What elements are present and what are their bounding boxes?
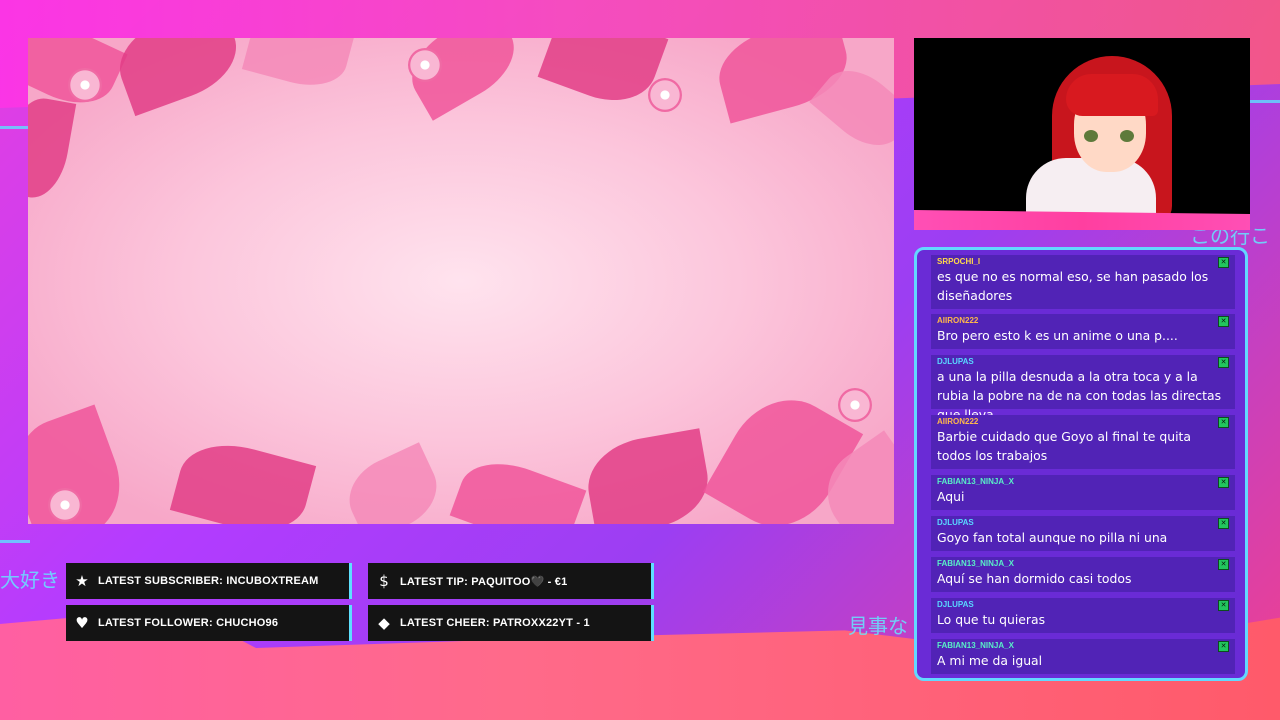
alert-label: LATEST FOLLOWER: CHUCHO96	[98, 617, 279, 629]
chat-username: FABIAN13_NINJA_X	[937, 477, 1014, 486]
glitch-line	[0, 540, 30, 543]
latest-tip-alert: $ LATEST TIP: PAQUITOO🖤 - €1	[368, 563, 654, 599]
latest-follower-alert: ♥ LATEST FOLLOWER: CHUCHO96	[66, 605, 352, 641]
star-icon: ★	[75, 572, 89, 590]
alert-label: LATEST TIP: PAQUITOO🖤 - €1	[400, 575, 568, 588]
decorative-leaf	[107, 38, 249, 117]
chat-username: DJLUPAS	[937, 518, 974, 527]
glitch-line	[1250, 100, 1280, 103]
chat-message: DJLUPAS a una la pilla desnuda a la otra…	[931, 355, 1235, 422]
moderator-badge-icon: ✕	[1218, 600, 1229, 611]
chat-username: AIIRON222	[937, 316, 979, 325]
chat-message: SRPOCHI_I es que no es normal eso, se ha…	[931, 255, 1235, 309]
webcam-feed	[914, 38, 1250, 218]
chat-message: FABIAN13_NINJA_X A mi me da igual ✕	[931, 639, 1235, 674]
avatar-eye	[1084, 130, 1098, 142]
decorative-leaf	[537, 38, 669, 115]
chat-message: AIIRON222 Bro pero esto k es un anime o …	[931, 314, 1235, 349]
moderator-badge-icon: ✕	[1218, 477, 1229, 488]
chat-message-text: Goyo fan total aunque no pilla ni una	[937, 530, 1168, 545]
chat-message-text: A mi me da igual	[937, 653, 1043, 668]
decorative-leaf	[169, 432, 317, 524]
moderator-badge-icon: ✕	[1218, 257, 1229, 268]
decorative-flower	[408, 48, 442, 82]
moderator-badge-icon: ✕	[1218, 357, 1229, 368]
decorative-flower	[648, 78, 682, 112]
moderator-badge-icon: ✕	[1218, 417, 1229, 428]
chat-username: DJLUPAS	[937, 600, 974, 609]
avatar-bangs	[1066, 74, 1158, 116]
decorative-flower	[838, 388, 872, 422]
chat-username: FABIAN13_NINJA_X	[937, 559, 1014, 568]
chat-message: FABIAN13_NINJA_X Aqui ✕	[931, 475, 1235, 510]
chat-message: DJLUPAS Lo que tu quieras ✕	[931, 598, 1235, 633]
avatar-eye	[1120, 130, 1134, 142]
japanese-deco-text: 大好き	[0, 568, 60, 592]
decorative-flower	[68, 68, 102, 102]
chat-panel[interactable]: SRPOCHI_I es que no es normal eso, se ha…	[914, 247, 1248, 681]
game-capture-area	[28, 38, 894, 524]
alert-label: LATEST SUBSCRIBER: INCUBOXTREAM	[98, 575, 319, 587]
decorative-leaf	[241, 38, 355, 95]
chat-message-text: Aqui	[937, 489, 965, 504]
chat-message-text: Lo que tu quieras	[937, 612, 1046, 627]
chat-message: FABIAN13_NINJA_X Aquí se han dormido cas…	[931, 557, 1235, 592]
decorative-leaf	[581, 428, 715, 524]
decorative-flower	[48, 488, 82, 522]
chat-username: FABIAN13_NINJA_X	[937, 641, 1014, 650]
chat-username: DJLUPAS	[937, 357, 974, 366]
moderator-badge-icon: ✕	[1218, 518, 1229, 529]
moderator-badge-icon: ✕	[1218, 641, 1229, 652]
decorative-leaf	[449, 449, 587, 524]
japanese-deco-text: 見事な	[848, 614, 908, 638]
chat-username: AIIRON222	[937, 417, 979, 426]
dollar-icon: $	[379, 572, 389, 590]
chat-message-text: Aquí se han dormido casi todos	[937, 571, 1132, 586]
chat-message-text: Barbie cuidado que Goyo al final te quit…	[937, 429, 1191, 463]
latest-subscriber-alert: ★ LATEST SUBSCRIBER: INCUBOXTREAM	[66, 563, 352, 599]
decorative-leaf	[28, 93, 77, 203]
moderator-badge-icon: ✕	[1218, 559, 1229, 570]
heart-icon: ♥	[75, 614, 89, 632]
chat-message-text: Bro pero esto k es un anime o una p....	[937, 328, 1178, 343]
latest-cheer-alert: ◆ LATEST CHEER: PATROXX22YT - 1	[368, 605, 654, 641]
chat-username: SRPOCHI_I	[937, 257, 981, 266]
chat-message: DJLUPAS Goyo fan total aunque no pilla n…	[931, 516, 1235, 551]
chat-message: AIIRON222 Barbie cuidado que Goyo al fin…	[931, 415, 1235, 469]
moderator-badge-icon: ✕	[1218, 316, 1229, 327]
decorative-leaf	[337, 442, 449, 524]
diamond-icon: ◆	[378, 614, 390, 632]
chat-message-text: es que no es normal eso, se han pasado l…	[937, 269, 1209, 303]
alert-label: LATEST CHEER: PATROXX22YT - 1	[400, 617, 590, 629]
